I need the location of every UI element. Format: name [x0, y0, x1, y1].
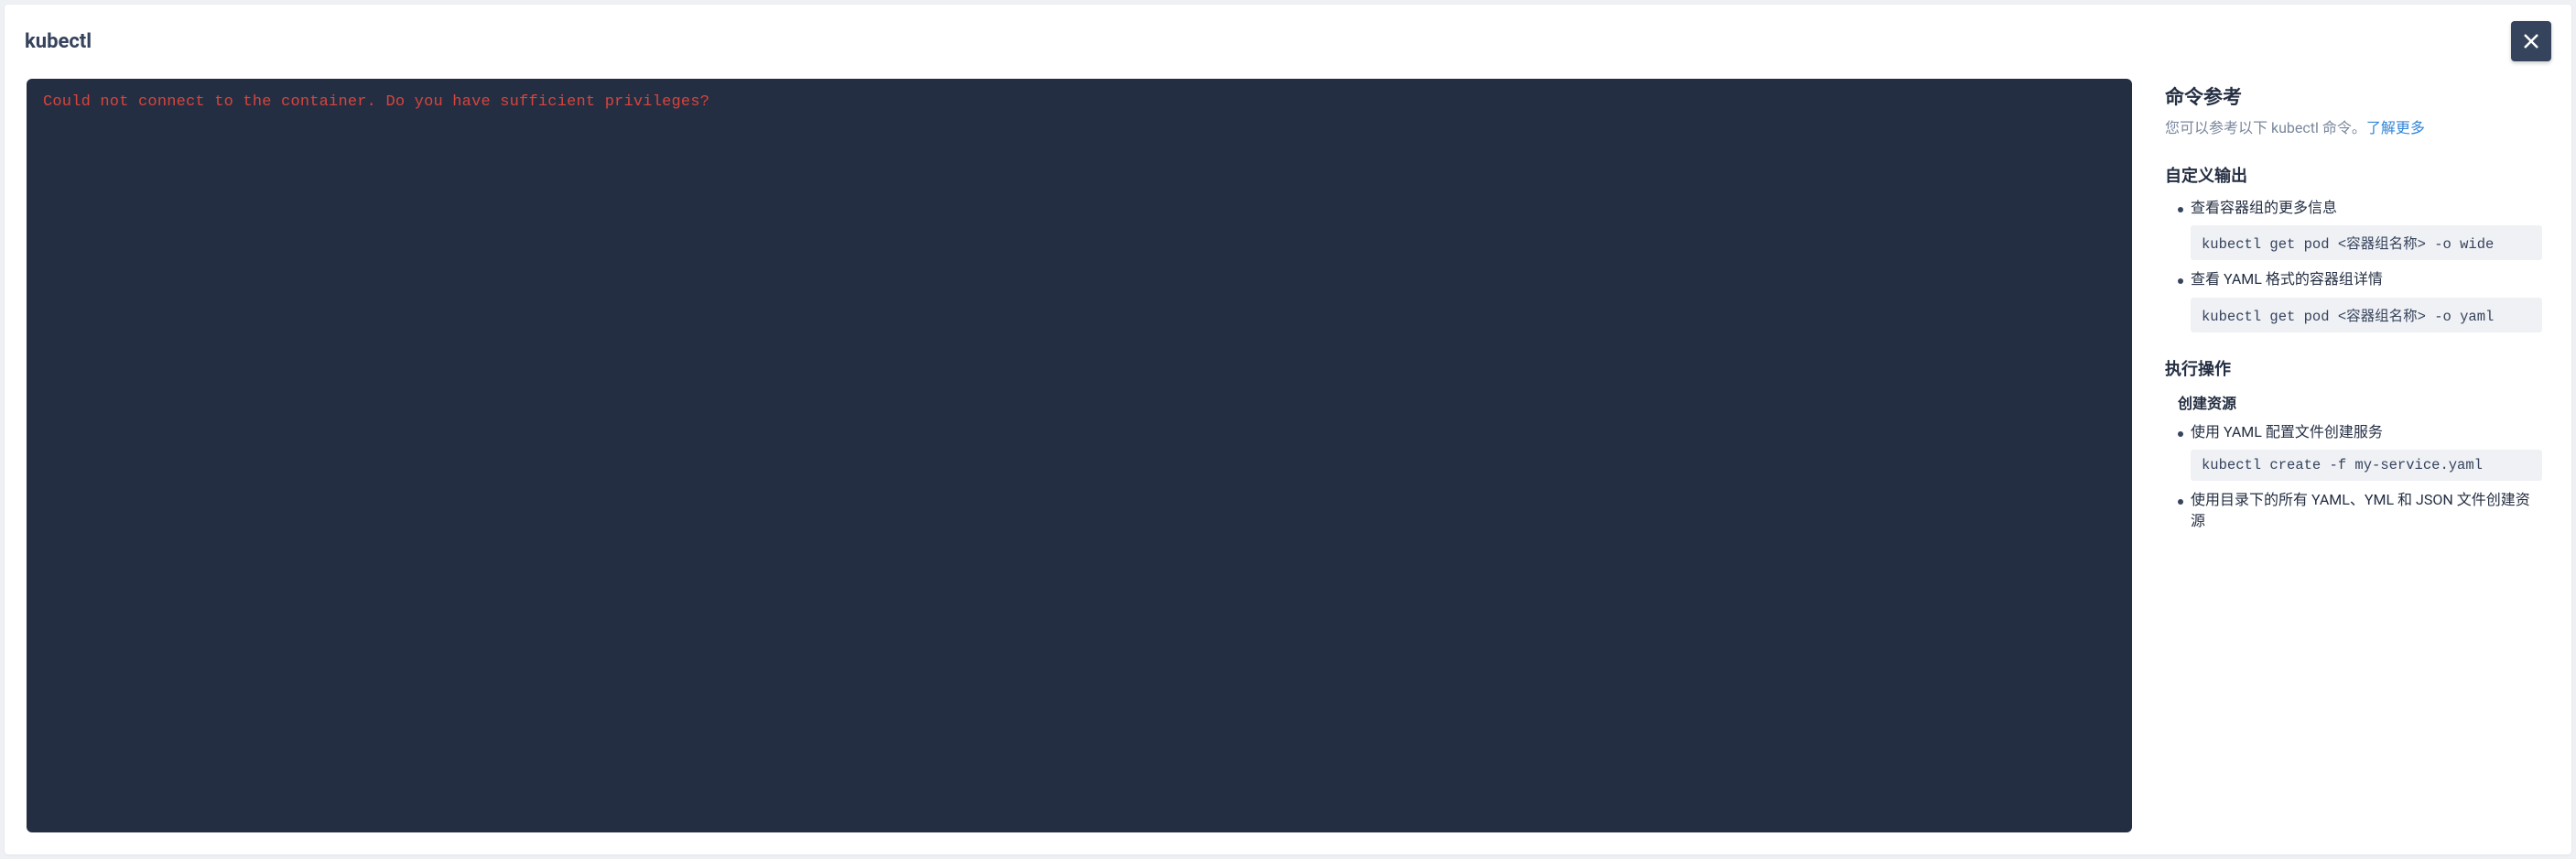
close-button[interactable]: [2511, 21, 2551, 61]
terminal-pane[interactable]: Could not connect to the container. Do y…: [27, 79, 2132, 832]
list-item: 查看 YAML 格式的容器组详情 kubectl get pod <容器组名称>…: [2178, 269, 2542, 332]
command-list: 查看容器组的更多信息 kubectl get pod <容器组名称> -o wi…: [2165, 198, 2542, 332]
reference-section-operations: 执行操作 创建资源 使用 YAML 配置文件创建服务 kubectl creat…: [2165, 356, 2542, 531]
list-item: 使用 YAML 配置文件创建服务 kubectl create -f my-se…: [2178, 422, 2542, 481]
modal-title: kubectl: [25, 30, 92, 53]
subsection-title: 创建资源: [2178, 391, 2542, 413]
modal-container: kubectl Could not connect to the contain…: [5, 5, 2571, 854]
list-item: 查看容器组的更多信息 kubectl get pod <容器组名称> -o wi…: [2178, 198, 2542, 260]
close-icon: [2520, 30, 2542, 52]
reference-section-custom-output: 自定义输出 查看容器组的更多信息 kubectl get pod <容器组名称>…: [2165, 163, 2542, 332]
reference-subtitle-text: 您可以参考以下 kubectl 命令。: [2165, 119, 2366, 136]
command-description: 使用目录下的所有 YAML、YML 和 JSON 文件创建资源: [2191, 490, 2542, 531]
command-code: kubectl get pod <容器组名称> -o yaml: [2191, 298, 2542, 332]
reference-subtitle: 您可以参考以下 kubectl 命令。了解更多: [2165, 115, 2542, 137]
section-title: 自定义输出: [2165, 163, 2542, 187]
reference-pane[interactable]: 命令参考 您可以参考以下 kubectl 命令。了解更多 自定义输出 查看容器组…: [2165, 79, 2549, 832]
modal-header: kubectl: [5, 5, 2571, 79]
command-description: 查看容器组的更多信息: [2191, 198, 2542, 218]
learn-more-link[interactable]: 了解更多: [2366, 119, 2425, 136]
list-item: 使用目录下的所有 YAML、YML 和 JSON 文件创建资源: [2178, 490, 2542, 531]
terminal-error-text: Could not connect to the container. Do y…: [43, 93, 2116, 111]
command-code: kubectl get pod <容器组名称> -o wide: [2191, 225, 2542, 260]
reference-title: 命令参考: [2165, 82, 2542, 110]
modal-body: Could not connect to the container. Do y…: [5, 79, 2571, 854]
command-code: kubectl create -f my-service.yaml: [2191, 450, 2542, 481]
section-title: 执行操作: [2165, 356, 2542, 380]
command-description: 查看 YAML 格式的容器组详情: [2191, 269, 2542, 289]
command-description: 使用 YAML 配置文件创建服务: [2191, 422, 2542, 442]
command-list: 使用 YAML 配置文件创建服务 kubectl create -f my-se…: [2165, 422, 2542, 531]
